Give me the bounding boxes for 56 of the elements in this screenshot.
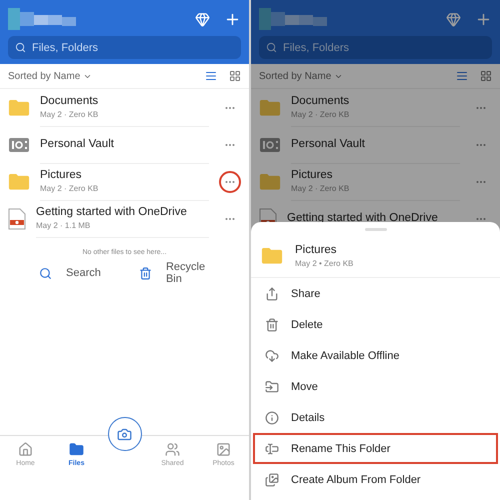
document-icon xyxy=(8,208,26,230)
search-icon xyxy=(39,266,52,280)
file-name[interactable]: Personal Vault xyxy=(291,138,460,150)
folder-icon xyxy=(8,172,30,190)
folder-icon xyxy=(69,442,84,457)
sort-dropdown[interactable]: Sorted by Name xyxy=(259,70,344,82)
people-icon xyxy=(165,442,180,457)
folder-icon xyxy=(259,172,281,190)
file-details: May 2 · Zero KB xyxy=(40,184,100,193)
file-name[interactable]: Getting started with OneDrive xyxy=(287,212,460,224)
info-icon xyxy=(265,410,279,424)
file-name[interactable]: Pictures xyxy=(291,169,460,181)
sort-dropdown[interactable]: Sorted by Name xyxy=(8,70,92,82)
file-details: May 2 · Zero KB xyxy=(40,110,100,119)
grid-view-icon[interactable] xyxy=(480,70,492,82)
images-icon xyxy=(265,472,279,486)
folder-icon xyxy=(261,247,283,265)
diamond-icon[interactable] xyxy=(195,12,210,26)
folder-icon xyxy=(8,98,30,116)
sheet-handle[interactable] xyxy=(364,228,386,231)
trash-icon xyxy=(138,266,152,280)
folder-icon xyxy=(259,98,281,116)
home-icon xyxy=(18,442,33,457)
grid-view-icon[interactable] xyxy=(229,70,241,82)
camera-button[interactable] xyxy=(108,417,142,451)
list-view-icon[interactable] xyxy=(205,70,217,82)
file-name[interactable]: Documents xyxy=(40,95,209,107)
trash-icon xyxy=(265,318,279,332)
file-name[interactable]: Documents xyxy=(291,95,460,107)
pixelated-name-drawing xyxy=(259,8,329,30)
item-name: Pictures xyxy=(295,244,338,256)
search-button[interactable]: Search xyxy=(33,260,107,286)
recycle-bin-button[interactable]: Recycle Bin xyxy=(132,260,216,286)
safe-icon xyxy=(259,136,281,152)
safe-icon xyxy=(8,136,30,152)
more-button[interactable] xyxy=(219,170,241,192)
item-details: May 2 • Zero KB xyxy=(295,259,354,268)
share-icon xyxy=(265,286,279,300)
list-view-icon[interactable] xyxy=(456,70,468,82)
pixelated-name-drawing xyxy=(8,8,78,30)
file-name[interactable]: Pictures xyxy=(40,169,209,181)
search-icon xyxy=(15,42,26,53)
file-details: May 2 · Zero KB xyxy=(291,110,350,119)
file-name[interactable]: Personal Vault xyxy=(40,138,209,150)
diamond-icon[interactable] xyxy=(446,12,461,26)
search-field[interactable]: Files, Folders xyxy=(8,36,241,59)
file-details: May 2 · Zero KB xyxy=(291,184,350,193)
search-icon xyxy=(266,42,277,53)
file-name[interactable]: Getting started with OneDrive xyxy=(36,206,209,218)
camera-icon xyxy=(117,426,132,442)
menu-item[interactable]: Rename This Folder xyxy=(253,433,498,464)
text-cursor-icon xyxy=(265,442,279,456)
file-details: May 2 · 1.1 MB xyxy=(36,221,92,230)
cloud-download-icon xyxy=(265,348,279,362)
image-icon xyxy=(216,442,231,457)
folder-arrow-icon xyxy=(265,380,279,394)
